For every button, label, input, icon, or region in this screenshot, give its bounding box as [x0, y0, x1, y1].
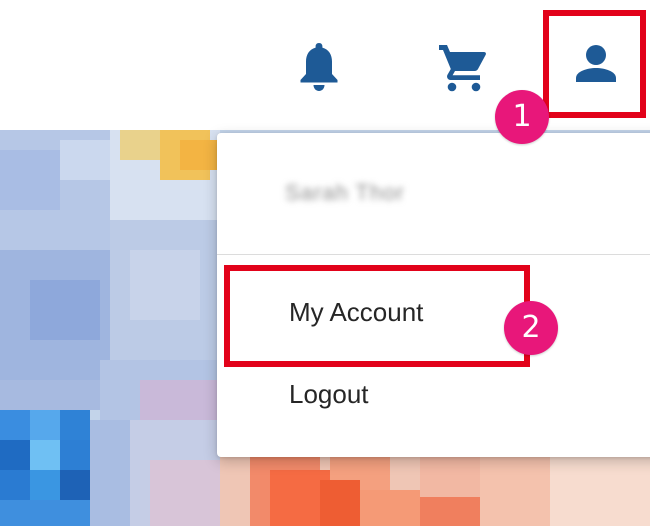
user-name-label: Sarah Thor	[285, 180, 405, 205]
my-account-highlight	[224, 265, 530, 367]
menu-divider	[217, 254, 650, 255]
cart-icon	[439, 45, 486, 92]
cart-button[interactable]	[436, 40, 490, 92]
bell-icon	[300, 43, 338, 91]
step-badge-1: 1	[495, 90, 549, 144]
logout-label: Logout	[289, 379, 369, 409]
step-badge-2: 2	[504, 301, 558, 355]
logout-menu-item[interactable]: Logout	[217, 365, 650, 425]
user-icon-highlight	[543, 10, 646, 118]
notifications-button[interactable]	[296, 40, 342, 92]
